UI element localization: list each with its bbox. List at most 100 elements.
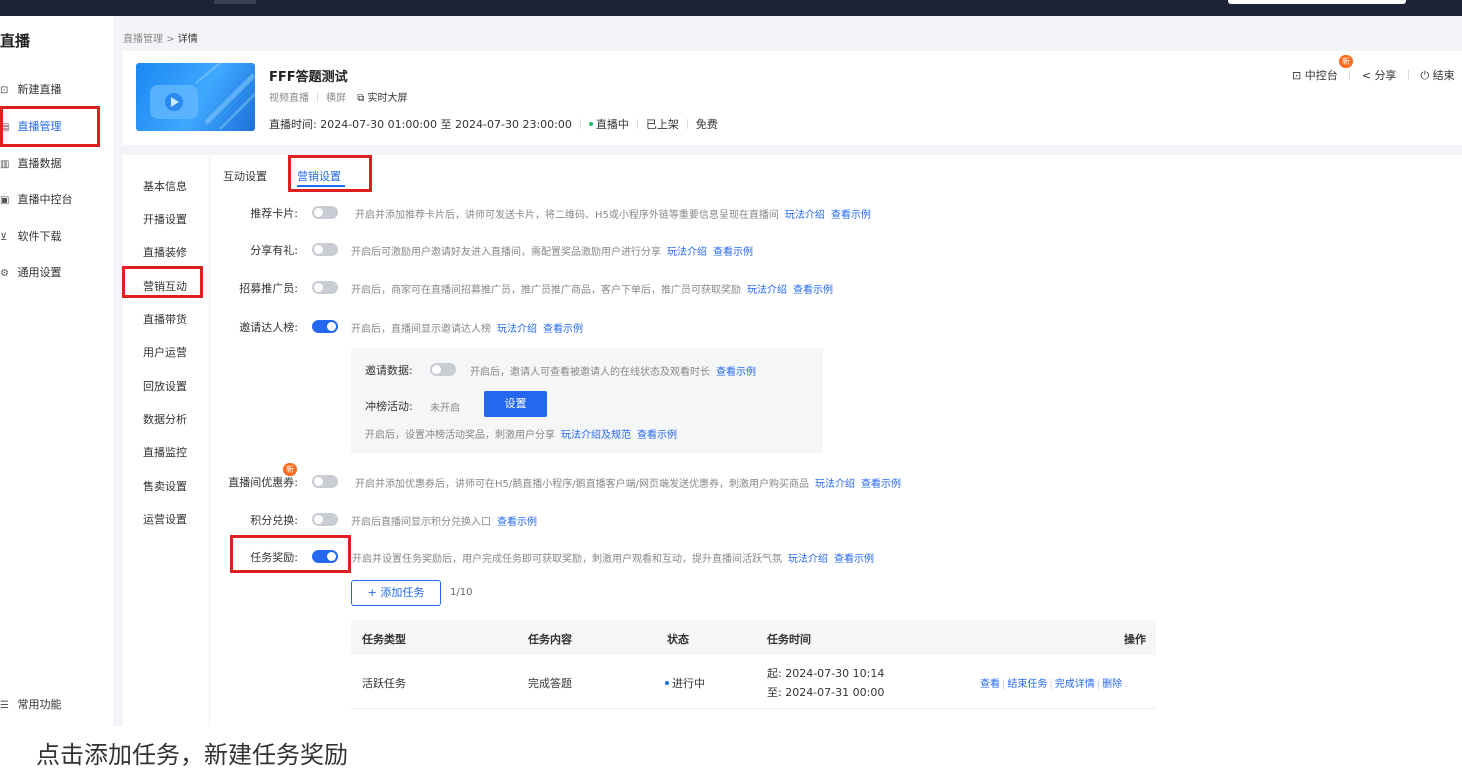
intro-link[interactable]: 玩法介绍 <box>785 210 825 221</box>
task-content-cell: 完成答题 <box>528 677 572 690</box>
sidebar-item-label: 直播中控台 <box>17 193 73 206</box>
completion-details-link[interactable]: 完成详情 <box>1055 679 1095 690</box>
highlight-box-task <box>230 535 351 573</box>
instruction-caption: 点击添加任务，新建任务奖励 <box>36 741 348 769</box>
setting-label: 积分兑换: <box>250 514 298 527</box>
example-link[interactable]: 查看示例 <box>637 430 677 441</box>
example-link[interactable]: 查看示例 <box>793 285 833 296</box>
delete-task-link[interactable]: 删除 <box>1102 679 1122 690</box>
sub-nav-basic-info[interactable]: 基本信息 <box>143 178 187 194</box>
sub-nav-sales[interactable]: 直播带货 <box>143 311 187 327</box>
live-thumbnail <box>136 63 255 131</box>
invite-data-label: 邀请数据: <box>365 364 413 377</box>
big-screen-link[interactable]: ⧉ 实时大屏 <box>357 93 407 104</box>
sidebar-item-settings[interactable]: ⚙ 通用设置 <box>0 262 62 284</box>
end-live-button[interactable]: ⏻ 结束 <box>1420 69 1454 82</box>
toggle-points-exchange[interactable] <box>312 513 338 526</box>
live-time-label: 直播时间: <box>269 118 317 131</box>
example-link[interactable]: 查看示例 <box>831 210 871 221</box>
big-screen-icon: ⧉ <box>357 93 365 104</box>
sidebar-item-label: 软件下载 <box>17 230 62 243</box>
add-task-button[interactable]: + 添加任务 <box>351 580 441 606</box>
sub-nav-playback[interactable]: 回放设置 <box>143 378 187 394</box>
sidebar-item-live-data[interactable]: ▥ 直播数据 <box>0 153 62 175</box>
console-button[interactable]: ⊡ 中控台 <box>1292 69 1338 82</box>
sub-nav-start-settings[interactable]: 开播设置 <box>143 211 187 227</box>
intro-link[interactable]: 玩法介绍 <box>747 285 787 296</box>
sidebar-item-label: 新建直播 <box>17 83 62 96</box>
share-button[interactable]: < 分享 <box>1362 69 1397 82</box>
column-header: 操作 <box>1124 633 1146 646</box>
rank-settings-button[interactable]: 设置 <box>484 391 547 417</box>
status-dot-icon <box>665 681 669 685</box>
live-meta: 视频直播 横屏 ⧉ 实时大屏 <box>269 89 408 104</box>
task-count: 1/10 <box>450 587 473 598</box>
intro-link[interactable]: 玩法介绍 <box>788 554 828 565</box>
toggle-recommend-card[interactable] <box>312 206 338 219</box>
rank-activity-desc: 开启后，设置冲榜活动奖品，刺激用户分享 玩法介绍及规范 查看示例 <box>365 430 677 441</box>
monitor-icon: ⊡ <box>1292 69 1302 82</box>
table-row-divider <box>351 708 1156 709</box>
end-task-link[interactable]: 结束任务 <box>1007 679 1047 690</box>
rank-activity-label: 冲榜活动: <box>365 400 413 413</box>
download-icon: ⊻ <box>0 232 8 243</box>
power-icon: ⏻ <box>1420 69 1430 82</box>
example-link[interactable]: 查看示例 <box>543 324 583 335</box>
sub-nav-sale-settings[interactable]: 售卖设置 <box>143 478 187 494</box>
column-header: 任务内容 <box>528 633 572 646</box>
setting-label: 推荐卡片: <box>250 207 298 220</box>
setting-label: 分享有礼: <box>250 244 298 257</box>
sidebar-item-live-console[interactable]: ▣ 直播中控台 <box>0 189 73 211</box>
view-task-link[interactable]: 查看 <box>980 679 1000 690</box>
setting-desc: 开启并设置任务奖励后，用户完成任务即可获取奖励，刺激用户观看和互动，提升直播间活… <box>352 554 874 565</box>
sub-nav-user-ops[interactable]: 用户运营 <box>143 344 187 360</box>
example-link[interactable]: 查看示例 <box>834 554 874 565</box>
example-link[interactable]: 查看示例 <box>713 247 753 258</box>
top-nav-tab[interactable] <box>214 0 256 4</box>
example-link[interactable]: 查看示例 <box>497 517 537 528</box>
setting-desc: 开启并添加推荐卡片后，讲师可发送卡片，将二维码、H5或小程序外链等重要信息呈现在… <box>355 210 871 221</box>
sub-nav-analytics[interactable]: 数据分析 <box>143 411 187 427</box>
intro-link[interactable]: 玩法介绍 <box>667 247 707 258</box>
invite-data-desc: 开启后，邀请人可查看被邀请人的在线状态及观看时长 查看示例 <box>470 367 756 378</box>
toggle-invite-ranking[interactable] <box>312 320 338 333</box>
sidebar-title: 直播 <box>0 32 31 50</box>
setting-desc: 开启并添加优惠券后，讲师可在H5/鹅直播小程序/鹅直播客户端/网页端发送优惠券，… <box>355 479 901 490</box>
thumbnail-art <box>150 63 255 131</box>
sidebar-footer-common[interactable]: ☰ 常用功能 <box>0 694 62 716</box>
toggle-recruit-promoter[interactable] <box>312 281 338 294</box>
toggle-coupon[interactable] <box>312 475 338 488</box>
live-type: 视频直播 <box>269 93 309 104</box>
live-orientation: 横屏 <box>326 93 346 104</box>
example-link[interactable]: 查看示例 <box>716 367 756 378</box>
plus-screen-icon: ⊡ <box>0 85 9 96</box>
sub-nav-monitor[interactable]: 直播监控 <box>143 444 187 460</box>
intro-link[interactable]: 玩法介绍 <box>815 479 855 490</box>
column-header: 状态 <box>667 633 689 646</box>
sidebar-item-label: 通用设置 <box>17 266 62 279</box>
new-badge: 新 <box>1339 55 1353 68</box>
top-search-input[interactable] <box>1228 0 1406 4</box>
breadcrumb-parent[interactable]: 直播管理 <box>123 34 163 45</box>
rank-activity-status: 未开启 <box>430 403 460 414</box>
sub-nav-operations[interactable]: 运营设置 <box>143 511 187 527</box>
sidebar-footer-label: 常用功能 <box>17 698 62 711</box>
breadcrumb-current: 详情 <box>177 34 198 45</box>
live-price: 免费 <box>695 118 718 131</box>
new-badge: 新 <box>283 463 297 476</box>
toggle-invite-data[interactable] <box>430 363 456 376</box>
intro-link[interactable]: 玩法介绍 <box>497 324 537 335</box>
sidebar-item-new-live[interactable]: ⊡ 新建直播 <box>0 79 62 101</box>
rules-link[interactable]: 玩法介绍及规范 <box>561 430 631 441</box>
tab-interaction[interactable]: 互动设置 <box>223 168 267 184</box>
task-table-header <box>351 620 1156 655</box>
toggle-share-gift[interactable] <box>312 243 338 256</box>
setting-desc: 开启后，商家可在直播间招募推广员，推广员推广商品，客户下单后，推广员可获取奖励玩… <box>351 285 833 296</box>
sidebar-item-download[interactable]: ⊻ 软件下载 <box>0 226 62 248</box>
setting-desc: 开启后可激励用户邀请好友进入直播间，需配置奖品激励用户进行分享 玩法介绍 查看示例 <box>351 247 753 258</box>
live-time-range: 2024-07-30 01:00:00 至 2024-07-30 23:00:0… <box>320 118 572 131</box>
task-start-time: 起: 2024-07-30 10:14 <box>767 667 885 680</box>
sub-nav <box>123 155 210 726</box>
sub-nav-decoration[interactable]: 直播装修 <box>143 244 187 260</box>
example-link[interactable]: 查看示例 <box>861 479 901 490</box>
